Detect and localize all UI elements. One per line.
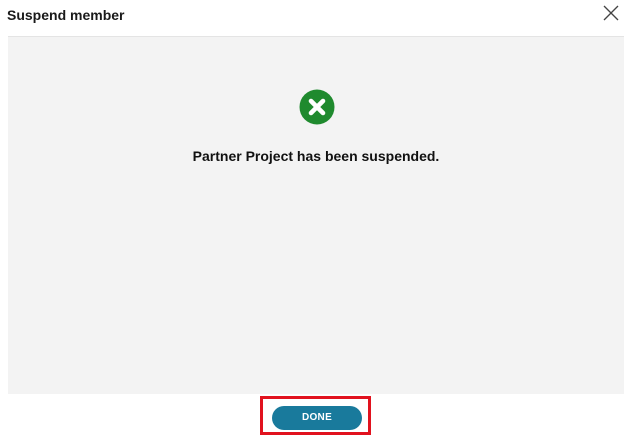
done-button[interactable]: DONE bbox=[272, 406, 362, 430]
x-circle-icon bbox=[299, 89, 335, 125]
close-icon bbox=[600, 2, 622, 24]
dialog-body: Partner Project has been suspended. bbox=[8, 36, 624, 394]
dialog-title: Suspend member bbox=[7, 7, 125, 23]
dialog-footer: DONE bbox=[0, 393, 624, 439]
status-message: Partner Project has been suspended. bbox=[192, 148, 440, 164]
suspend-member-dialog: Suspend member Partner Project has been … bbox=[0, 0, 624, 439]
close-button[interactable] bbox=[600, 2, 622, 24]
